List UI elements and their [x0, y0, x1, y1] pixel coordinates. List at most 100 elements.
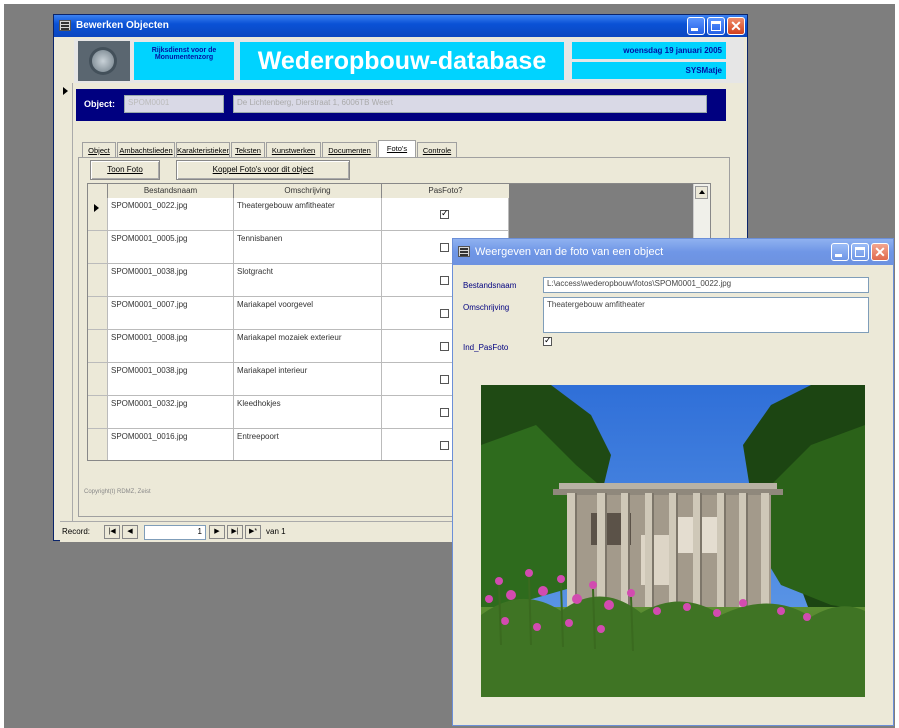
pasfoto-label: Ind_PasFoto	[463, 343, 509, 352]
table-row[interactable]: SPOM0001_0016.jpg Entreepoort	[88, 429, 509, 460]
photo-window-title: Weergeven van de foto van een object	[475, 246, 664, 258]
minimize-button[interactable]	[831, 243, 849, 261]
row-selector[interactable]	[88, 297, 108, 330]
nav-first-icon: |◀	[108, 528, 116, 535]
table-row[interactable]: SPOM0001_0032.jpg Kleedhokjes	[88, 396, 509, 429]
form-icon	[458, 246, 470, 257]
cell-omschrijving[interactable]: Mariakapel mozaiek exterieur	[234, 330, 382, 363]
pasfoto-checkbox[interactable]	[543, 335, 552, 346]
nav-next-button[interactable]: ▶	[209, 525, 225, 539]
cell-bestandsnaam[interactable]: SPOM0001_0008.jpg	[108, 330, 234, 363]
file-label: Bestandsnaam	[463, 281, 517, 290]
cell-omschrijving[interactable]: Mariakapel voorgevel	[234, 297, 382, 330]
object-address-field[interactable]: De Lichtenberg, Dierstraat 1, 6006TB Wee…	[233, 95, 707, 113]
cell-omschrijving[interactable]: Slotgracht	[234, 264, 382, 297]
tab-fotos[interactable]: Foto's	[378, 140, 416, 158]
table-row[interactable]: SPOM0001_0005.jpg Tennisbanen	[88, 231, 509, 264]
nav-first-button[interactable]: |◀	[104, 525, 120, 539]
close-button[interactable]: ✕	[727, 17, 745, 35]
user-field: SYSMatje	[572, 62, 726, 79]
row-selector[interactable]	[88, 231, 108, 264]
close-button[interactable]: ✕	[871, 243, 889, 261]
file-path-field[interactable]: L:\access\wederopbouw\fotos\SPOM0001_002…	[543, 277, 869, 293]
org-name-text: Rijksdienst voor de Monumentenzorg	[151, 47, 217, 61]
cell-bestandsnaam[interactable]: SPOM0001_0038.jpg	[108, 264, 234, 297]
pasfoto-checkbox[interactable]	[440, 309, 449, 318]
nav-last-icon: ▶|	[231, 528, 239, 535]
pasfoto-checkbox[interactable]	[440, 243, 449, 252]
tab-ambachtslieden[interactable]: Ambachtslieden	[117, 142, 175, 157]
cell-pasfoto	[382, 198, 509, 231]
maximize-icon	[855, 247, 865, 257]
tab-karakteristieken[interactable]: Karakteristieken	[176, 142, 230, 157]
cell-omschrijving[interactable]: Mariakapel interieur	[234, 363, 382, 396]
banner-title-text: Wederopbouw-database	[257, 47, 547, 75]
user-text: SYSMatje	[685, 66, 722, 75]
main-title-bar[interactable]: Bewerken Objecten ✕	[54, 15, 747, 37]
table-row[interactable]: SPOM0001_0008.jpg Mariakapel mozaiek exte…	[88, 330, 509, 363]
main-window-title: Bewerken Objecten	[76, 20, 169, 31]
object-code-field[interactable]: SPOM0001	[124, 95, 224, 113]
grid-header: Bestandsnaam Omschrijving PasFoto?	[88, 184, 509, 199]
tab-teksten[interactable]: Teksten	[231, 142, 265, 157]
tab-object[interactable]: Object	[82, 142, 116, 157]
cell-omschrijving[interactable]: Entreepoort	[234, 429, 382, 460]
cell-bestandsnaam[interactable]: SPOM0001_0007.jpg	[108, 297, 234, 330]
table-row[interactable]: SPOM0001_0022.jpg Theatergebouw amfitheat…	[88, 198, 509, 231]
nav-new-button[interactable]: ▶*	[245, 525, 261, 539]
cell-omschrijving[interactable]: Kleedhokjes	[234, 396, 382, 429]
cell-bestandsnaam[interactable]: SPOM0001_0005.jpg	[108, 231, 234, 264]
toon-foto-button[interactable]: Toon Foto	[90, 160, 160, 180]
record-number-field[interactable]: 1	[144, 525, 206, 540]
cell-bestandsnaam[interactable]: SPOM0001_0022.jpg	[108, 198, 234, 231]
copyright-text: Copyright(t) RDMZ, Zeist	[84, 489, 151, 495]
cell-omschrijving[interactable]: Tennisbanen	[234, 231, 382, 264]
pasfoto-checkbox[interactable]	[440, 441, 449, 450]
koppel-fotos-button[interactable]: Koppel Foto's voor dit object	[176, 160, 350, 180]
tab-controle[interactable]: Controle	[417, 142, 457, 157]
record-label: Record:	[62, 527, 91, 536]
column-header-bestandsnaam[interactable]: Bestandsnaam	[108, 184, 234, 198]
table-row[interactable]: SPOM0001_0038.jpg Slotgracht	[88, 264, 509, 297]
cell-omschrijving[interactable]: Theatergebouw amfitheater	[234, 198, 382, 231]
cell-bestandsnaam[interactable]: SPOM0001_0016.jpg	[108, 429, 234, 460]
pasfoto-checkbox[interactable]	[440, 276, 449, 285]
description-label: Omschrijving	[463, 303, 510, 312]
record-selector-icon	[63, 87, 68, 95]
minimize-button[interactable]	[687, 17, 705, 35]
scroll-up-button[interactable]	[695, 186, 708, 199]
row-selector[interactable]	[88, 363, 108, 396]
maximize-button[interactable]	[707, 17, 725, 35]
nav-prev-button[interactable]: ◀	[122, 525, 138, 539]
object-photo	[481, 385, 865, 697]
nav-last-button[interactable]: ▶|	[227, 525, 243, 539]
record-selector[interactable]	[60, 83, 73, 521]
row-selector[interactable]	[88, 429, 108, 460]
minimize-icon	[691, 28, 698, 31]
close-icon: ✕	[730, 18, 742, 34]
tab-documenten[interactable]: Documenten	[322, 142, 377, 157]
pasfoto-checkbox[interactable]	[440, 375, 449, 384]
column-header-pasfoto[interactable]: PasFoto?	[382, 184, 509, 198]
pasfoto-checkbox[interactable]	[440, 208, 449, 219]
nav-new-icon: ▶*	[248, 528, 258, 535]
maximize-button[interactable]	[851, 243, 869, 261]
banner-title: Wederopbouw-database	[240, 42, 564, 80]
pasfoto-checkbox[interactable]	[440, 408, 449, 417]
row-selector[interactable]	[88, 264, 108, 297]
row-selector[interactable]	[88, 198, 108, 231]
tab-kunstwerken[interactable]: Kunstwerken	[266, 142, 321, 157]
close-icon: ✕	[874, 244, 886, 260]
table-row[interactable]: SPOM0001_0038.jpg Mariakapel interieur	[88, 363, 509, 396]
column-header-omschrijving[interactable]: Omschrijving	[234, 184, 382, 198]
row-selector[interactable]	[88, 396, 108, 429]
description-field[interactable]: Theatergebouw amfitheater	[543, 297, 869, 333]
record-count-text: van 1	[266, 527, 286, 536]
photo-window: Weergeven van de foto van een object ✕ B…	[452, 238, 894, 726]
pasfoto-checkbox[interactable]	[440, 342, 449, 351]
photo-title-bar[interactable]: Weergeven van de foto van een object ✕	[453, 239, 893, 265]
table-row[interactable]: SPOM0001_0007.jpg Mariakapel voorgevel	[88, 297, 509, 330]
row-selector[interactable]	[88, 330, 108, 363]
cell-bestandsnaam[interactable]: SPOM0001_0032.jpg	[108, 396, 234, 429]
cell-bestandsnaam[interactable]: SPOM0001_0038.jpg	[108, 363, 234, 396]
